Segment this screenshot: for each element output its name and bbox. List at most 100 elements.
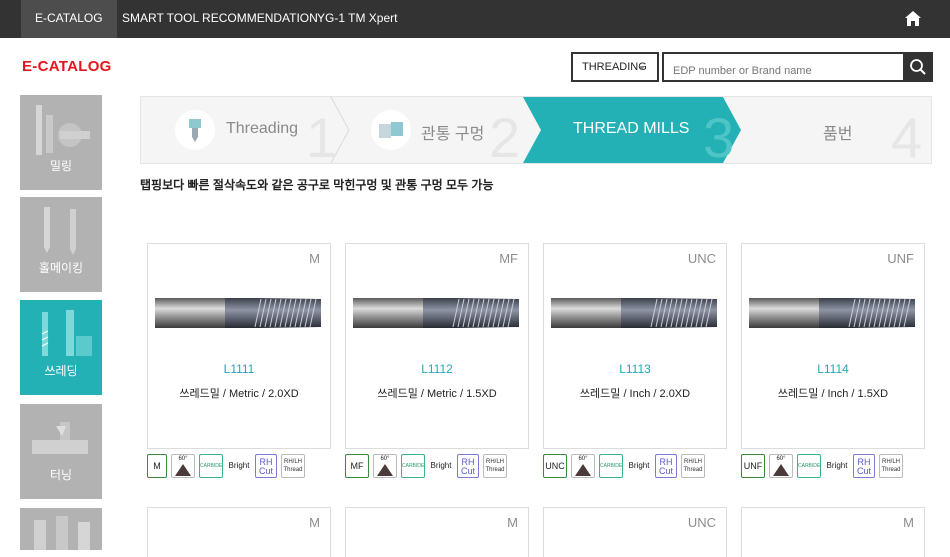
- thread-angle-badge: 60°: [171, 454, 195, 478]
- thread-type: M: [903, 515, 914, 530]
- step-through-hole[interactable]: 관통 구멍 2: [341, 97, 531, 169]
- carbide-badge: CARBIDE: [599, 454, 623, 478]
- rhlh-thread-badge: RH/LH Thread: [681, 454, 705, 478]
- sidebar-item-label: 터닝: [49, 468, 73, 482]
- edp-number[interactable]: L1113: [544, 362, 726, 376]
- e-catalog-logo[interactable]: E-CATALOG: [22, 58, 112, 75]
- rhlh-label: RH/LH: [283, 459, 302, 465]
- step-part-number[interactable]: 품번 4: [741, 97, 931, 169]
- thread-type: UNC: [687, 251, 716, 266]
- rh-cut-badge: RH Cut: [457, 454, 479, 478]
- thread-angle-label: 60°: [776, 456, 786, 462]
- category-select[interactable]: THREADING: [571, 52, 659, 82]
- through-hole-icon: [371, 110, 411, 150]
- feature-badges: M 60° CARBIDE Bright RH Cut RH/LH Thread: [147, 454, 331, 478]
- product-name: 쓰레드밀 / Metric / 2.0XD: [179, 388, 299, 400]
- selection-steps: Threading 1 관통 구멍 2 THREAD MILLS 3 품번 4: [140, 96, 932, 169]
- chevron-down-icon: [639, 66, 645, 70]
- sidebar-item-milling[interactable]: 밀링: [20, 95, 102, 190]
- step-label: 관통 구멍: [421, 126, 485, 143]
- threading-icon: [175, 110, 215, 150]
- step-number: 4: [891, 106, 923, 169]
- edp-number[interactable]: L1114: [742, 362, 924, 376]
- step-number: 3: [703, 106, 735, 169]
- edp-number[interactable]: L1111: [148, 362, 330, 376]
- bright-badge: Bright: [227, 454, 251, 478]
- edp-number[interactable]: L1112: [346, 362, 528, 376]
- bright-badge: Bright: [429, 454, 453, 478]
- thread-angle-badge: 60°: [373, 454, 397, 478]
- rhlh-label: RH/LH: [485, 459, 504, 465]
- nav-yg1-tm-xpert[interactable]: YG-1 TM Xpert: [303, 0, 411, 38]
- thread-type-badge: UNC: [543, 454, 567, 478]
- thread-type-badge: MF: [345, 454, 369, 478]
- home-icon[interactable]: [904, 10, 922, 27]
- thread-label: Thread: [881, 467, 901, 473]
- product-card[interactable]: MF L1112 쓰레드밀 / Metric / 1.5XD: [345, 243, 529, 449]
- thread-angle-badge: 60°: [571, 454, 595, 478]
- search-input[interactable]: [662, 52, 904, 82]
- product-card[interactable]: M L1111 쓰레드밀 / Metric / 2.0XD: [147, 243, 331, 449]
- step-threading[interactable]: Threading 1: [141, 97, 341, 169]
- thread-angle-label: 60°: [178, 456, 188, 462]
- step-label: THREAD MILLS: [573, 120, 690, 137]
- sidebar-item-label: 밀링: [49, 159, 73, 173]
- rhlh-label: RH/LH: [881, 459, 900, 465]
- sidebar-item-turning[interactable]: 터닝: [20, 404, 102, 499]
- thread-mill-image: [749, 298, 915, 328]
- rhlh-thread-badge: RH/LH Thread: [483, 454, 507, 478]
- product-name: 쓰레드밀 / Metric / 1.5XD: [377, 388, 497, 400]
- sidebar-item-tooling[interactable]: [20, 508, 102, 550]
- nav-e-catalog[interactable]: E-CATALOG: [21, 0, 117, 38]
- thread-angle-badge: 60°: [769, 454, 793, 478]
- thread-type: M: [309, 251, 320, 266]
- thread-mill-image: [155, 298, 321, 328]
- nav-smart-tool-recommendation[interactable]: SMART TOOL RECOMMENDATION: [108, 0, 332, 38]
- carbide-badge: CARBIDE: [401, 454, 425, 478]
- rh-cut-badge: RH Cut: [655, 454, 677, 478]
- product-card[interactable]: UNC L1113 쓰레드밀 / Inch / 2.0XD: [543, 243, 727, 449]
- cut-label: Cut: [460, 466, 475, 476]
- thread-label: Thread: [683, 467, 703, 473]
- step-label: 품번: [823, 126, 853, 143]
- thread-type: UNC: [687, 515, 716, 530]
- step-thread-mills[interactable]: THREAD MILLS 3: [541, 97, 734, 169]
- thread-type: M: [309, 515, 320, 530]
- sidebar-item-label: 홀메이킹: [38, 261, 84, 275]
- rhlh-thread-badge: RH/LH Thread: [879, 454, 903, 478]
- drill-icon: [44, 207, 76, 255]
- turning-tool-icon: [32, 422, 88, 454]
- category-description: 탭핑보다 빠른 절삭속도와 같은 공구로 막힌구멍 및 관통 구멍 모두 가능: [140, 178, 494, 192]
- feature-badges: UNC 60° CARBIDE Bright RH Cut RH/LH Thread: [543, 454, 727, 478]
- thread-type: M: [507, 515, 518, 530]
- bright-badge: Bright: [825, 454, 849, 478]
- product-name: 쓰레드밀 / Inch / 1.5XD: [777, 388, 889, 400]
- thread-type-badge: M: [147, 454, 167, 478]
- thread-label: Thread: [485, 467, 505, 473]
- feature-badges: UNF 60° CARBIDE Bright RH Cut RH/LH Thread: [741, 454, 925, 478]
- step-label: Threading: [226, 120, 299, 137]
- category-select-value: THREADING: [582, 61, 647, 73]
- thread-mill-icon: [41, 310, 92, 356]
- product-card[interactable]: UNF L1114 쓰레드밀 / Inch / 1.5XD: [741, 243, 925, 449]
- carbide-badge: CARBIDE: [199, 454, 223, 478]
- cut-label: Cut: [658, 466, 673, 476]
- bright-badge: Bright: [627, 454, 651, 478]
- product-name: 쓰레드밀 / Inch / 2.0XD: [579, 388, 691, 400]
- sidebar-item-label: 쓰레딩: [44, 364, 78, 378]
- tool-holder-icon: [34, 516, 90, 550]
- thread-label: Thread: [283, 467, 303, 473]
- feature-badges: MF 60° CARBIDE Bright RH Cut RH/LH Thread: [345, 454, 529, 478]
- sidebar-item-holemaking[interactable]: 홀메이킹: [20, 197, 102, 292]
- thread-angle-label: 60°: [578, 456, 588, 462]
- step-number: 1: [306, 106, 338, 169]
- rh-cut-badge: RH Cut: [255, 454, 277, 478]
- thread-mill-image: [551, 298, 717, 328]
- top-nav: E-CATALOG SMART TOOL RECOMMENDATION YG-1…: [0, 0, 950, 38]
- sidebar-item-threading[interactable]: 쓰레딩: [20, 300, 102, 395]
- carbide-badge: CARBIDE: [797, 454, 821, 478]
- thread-type: MF: [499, 251, 518, 266]
- rhlh-label: RH/LH: [683, 459, 702, 465]
- thread-angle-label: 60°: [380, 456, 390, 462]
- search-button[interactable]: [903, 52, 933, 82]
